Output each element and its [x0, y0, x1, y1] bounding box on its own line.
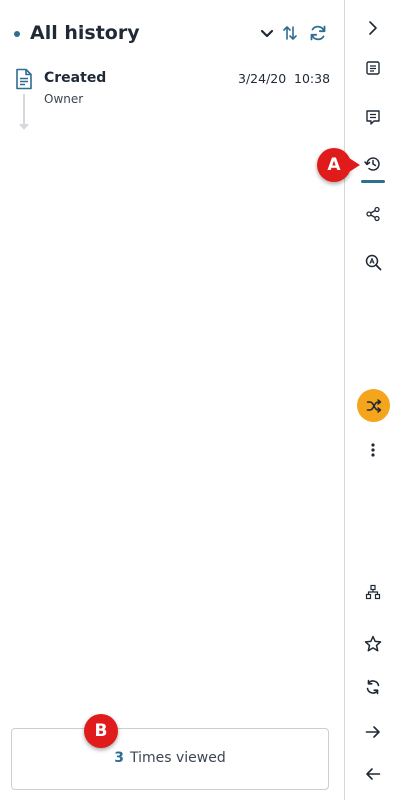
event-subtitle: Owner [44, 92, 84, 106]
history-icon[interactable] [359, 150, 387, 178]
refresh-icon[interactable] [309, 24, 327, 42]
sync-icon[interactable] [359, 673, 387, 701]
history-entry: Created Owner 3/24/20 10:38 [12, 66, 332, 136]
more-icon[interactable] [359, 436, 387, 464]
event-title: Created [44, 70, 107, 86]
timeline-arrow [19, 124, 29, 130]
views-count: 3 [114, 750, 124, 766]
details-icon[interactable] [359, 54, 387, 82]
callout-b: B [84, 714, 118, 748]
share-icon[interactable] [359, 200, 387, 228]
callout-a: A [317, 148, 360, 182]
shuffle-button[interactable] [357, 389, 390, 422]
panel-title[interactable]: All history [30, 22, 140, 44]
views-label: Times viewed [130, 750, 226, 766]
arrow-left-icon[interactable] [359, 760, 387, 788]
search-ai-icon[interactable] [359, 248, 387, 276]
chevron-down-icon[interactable] [258, 24, 276, 42]
right-rail [344, 0, 400, 800]
chevron-right-icon[interactable] [359, 14, 387, 42]
arrow-right-icon[interactable] [359, 718, 387, 746]
times-viewed-box: 3 Times viewed [11, 728, 329, 790]
panel-header: All history [12, 20, 332, 50]
sort-icon[interactable] [281, 24, 299, 42]
title-dot [14, 31, 20, 37]
shuffle-icon [366, 398, 382, 414]
hierarchy-icon[interactable] [359, 578, 387, 606]
history-panel: All history Created Owner 3/24/20 10:38 … [0, 0, 344, 800]
star-icon[interactable] [359, 630, 387, 658]
timeline-line [23, 94, 25, 126]
document-icon [14, 68, 34, 90]
event-date: 3/24/20 [238, 71, 287, 86]
event-time: 10:38 [294, 71, 331, 86]
active-tab-indicator [361, 180, 385, 183]
comments-icon[interactable] [359, 103, 387, 131]
